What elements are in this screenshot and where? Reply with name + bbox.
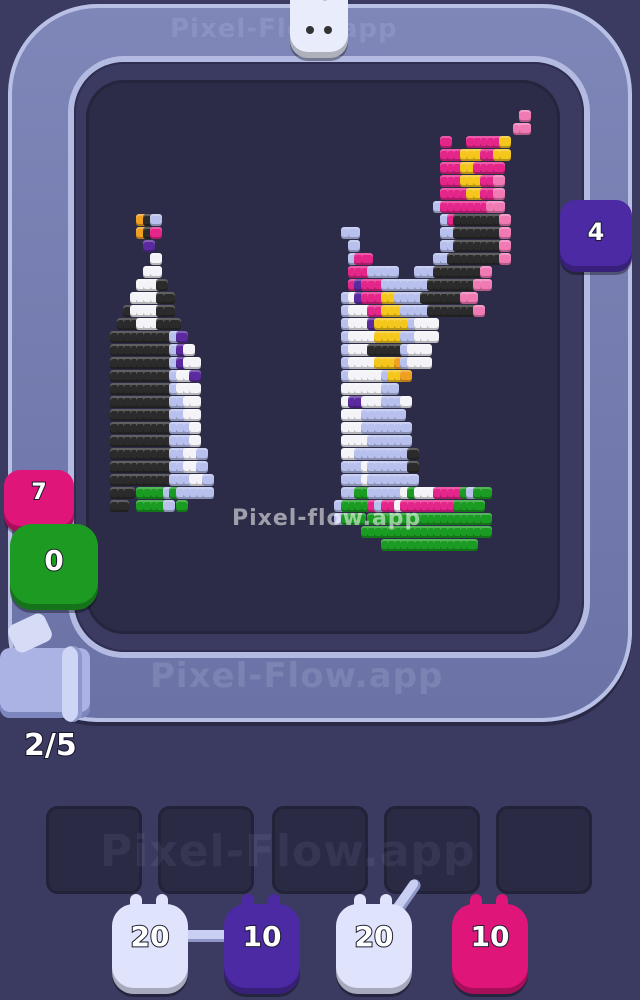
- game-screen: Pixel-Flow.app Pixel-Flow.app Pixel-flow…: [0, 0, 640, 1000]
- pixel-block: [347, 240, 360, 252]
- pixel-block: [492, 188, 505, 200]
- shooter-ear-icon: [242, 894, 254, 914]
- pixel-block: [499, 136, 512, 148]
- pixel-block: [176, 500, 188, 512]
- pixel-block: [162, 292, 175, 304]
- pixel-block: [360, 253, 373, 265]
- shooter-ear-icon: [354, 894, 366, 914]
- shooter-ear-icon: [130, 894, 142, 914]
- pixel-block: [149, 266, 162, 278]
- pixel-block: [492, 201, 505, 213]
- pixel-block: [407, 474, 419, 486]
- pixel-block: [499, 149, 512, 161]
- pixel-block: [420, 357, 433, 369]
- pixel-block: [202, 487, 215, 499]
- shooter-ear-icon: [380, 894, 392, 914]
- pixel-block: [189, 396, 202, 408]
- pixel-block: [169, 318, 182, 330]
- pixel-block: [189, 357, 202, 369]
- pixel-block: [499, 227, 512, 239]
- queue-shooter-count: 10: [470, 919, 511, 954]
- pixel-block: [149, 214, 162, 226]
- queue-shooter[interactable]: 20: [112, 894, 188, 994]
- pixel-block: [195, 461, 208, 473]
- pixel-block: [143, 240, 155, 252]
- pixel-block: [440, 136, 452, 148]
- pixel-block: [162, 305, 175, 317]
- pixel-block: [479, 487, 492, 499]
- pixel-block: [189, 409, 202, 421]
- watermark-slots: Pixel-Flow.app: [100, 826, 476, 877]
- pixel-block: [407, 461, 419, 473]
- pixel-block: [426, 318, 439, 330]
- track-shooter-right-count: 4: [587, 217, 606, 247]
- queue-shooter[interactable]: 10: [452, 894, 528, 994]
- pixel-block: [189, 370, 202, 382]
- pixel-block: [149, 253, 162, 265]
- launcher-pipe: [0, 610, 96, 728]
- pixel-block: [519, 123, 532, 135]
- pixel-block: [499, 214, 512, 226]
- queue-shooter-count: 10: [242, 919, 283, 954]
- track-shooter-right[interactable]: 4: [560, 200, 632, 272]
- pixel-block: [182, 344, 195, 356]
- pixel-block: [116, 500, 129, 512]
- pixel-block: [479, 279, 492, 291]
- track-shooter-left-green[interactable]: 0: [10, 524, 98, 610]
- shooter-ear-icon: [156, 894, 168, 914]
- pixel-block: [400, 435, 413, 447]
- pixel-block: [347, 227, 360, 239]
- shooter-eye-icon: [324, 26, 332, 34]
- track-shooter-left-pink[interactable]: 7: [4, 470, 74, 532]
- pixel-block: [479, 526, 492, 538]
- queue-shooter[interactable]: 10: [224, 894, 300, 994]
- pixel-block: [149, 227, 162, 239]
- pixel-block: [492, 162, 505, 174]
- pixel-block: [162, 500, 175, 512]
- pixel-block: [479, 266, 492, 278]
- pixel-block: [189, 422, 202, 434]
- pixel-block: [393, 409, 406, 421]
- track-shooter-left-green-count: 0: [43, 543, 64, 578]
- pixel-block: [420, 344, 433, 356]
- pixel-block: [499, 253, 512, 265]
- pixel-block: [195, 448, 208, 460]
- pixel-block: [400, 396, 413, 408]
- track-shooter-top-count: 13: [290, 0, 348, 5]
- pixel-block: [123, 487, 136, 499]
- shooter-ear-icon: [496, 894, 508, 914]
- shooter-capacity-counter: 2/5: [23, 727, 78, 764]
- watermark-track-bottom: Pixel-Flow.app: [150, 656, 444, 696]
- pixel-block: [156, 279, 169, 291]
- track-shooter-left-pink-count: 7: [30, 479, 47, 506]
- pixel-block: [202, 474, 215, 486]
- shooter-ear-icon: [470, 894, 482, 914]
- track-shooter-top[interactable]: 13: [290, 0, 348, 58]
- pixel-block: [426, 331, 439, 343]
- shooter-eye-icon: [306, 26, 314, 34]
- pixel-block: [479, 513, 492, 525]
- queue-shooter-count: 20: [130, 919, 171, 954]
- pixel-block: [176, 331, 188, 343]
- queue-shooter[interactable]: 20: [336, 894, 412, 994]
- shooter-ear-icon: [268, 894, 280, 914]
- pixel-block: [407, 448, 419, 460]
- watermark-board: Pixel-flow.app: [232, 506, 422, 531]
- pixel-block: [189, 383, 202, 395]
- holding-slot[interactable]: [496, 806, 592, 894]
- pixel-block: [189, 435, 202, 447]
- pixel-block: [492, 175, 505, 187]
- pixel-block: [473, 500, 485, 512]
- queue-shooter-count: 20: [354, 919, 395, 954]
- pixel-block: [387, 266, 400, 278]
- pixel-block: [466, 292, 479, 304]
- watermark-top: Pixel-Flow.app: [170, 14, 398, 44]
- pixel-block: [400, 370, 413, 382]
- pixel-block: [400, 422, 413, 434]
- pixel-block: [473, 305, 485, 317]
- pixel-block: [466, 539, 479, 551]
- pixel-block: [519, 110, 532, 122]
- pixel-block: [387, 383, 400, 395]
- pixel-block: [499, 240, 512, 252]
